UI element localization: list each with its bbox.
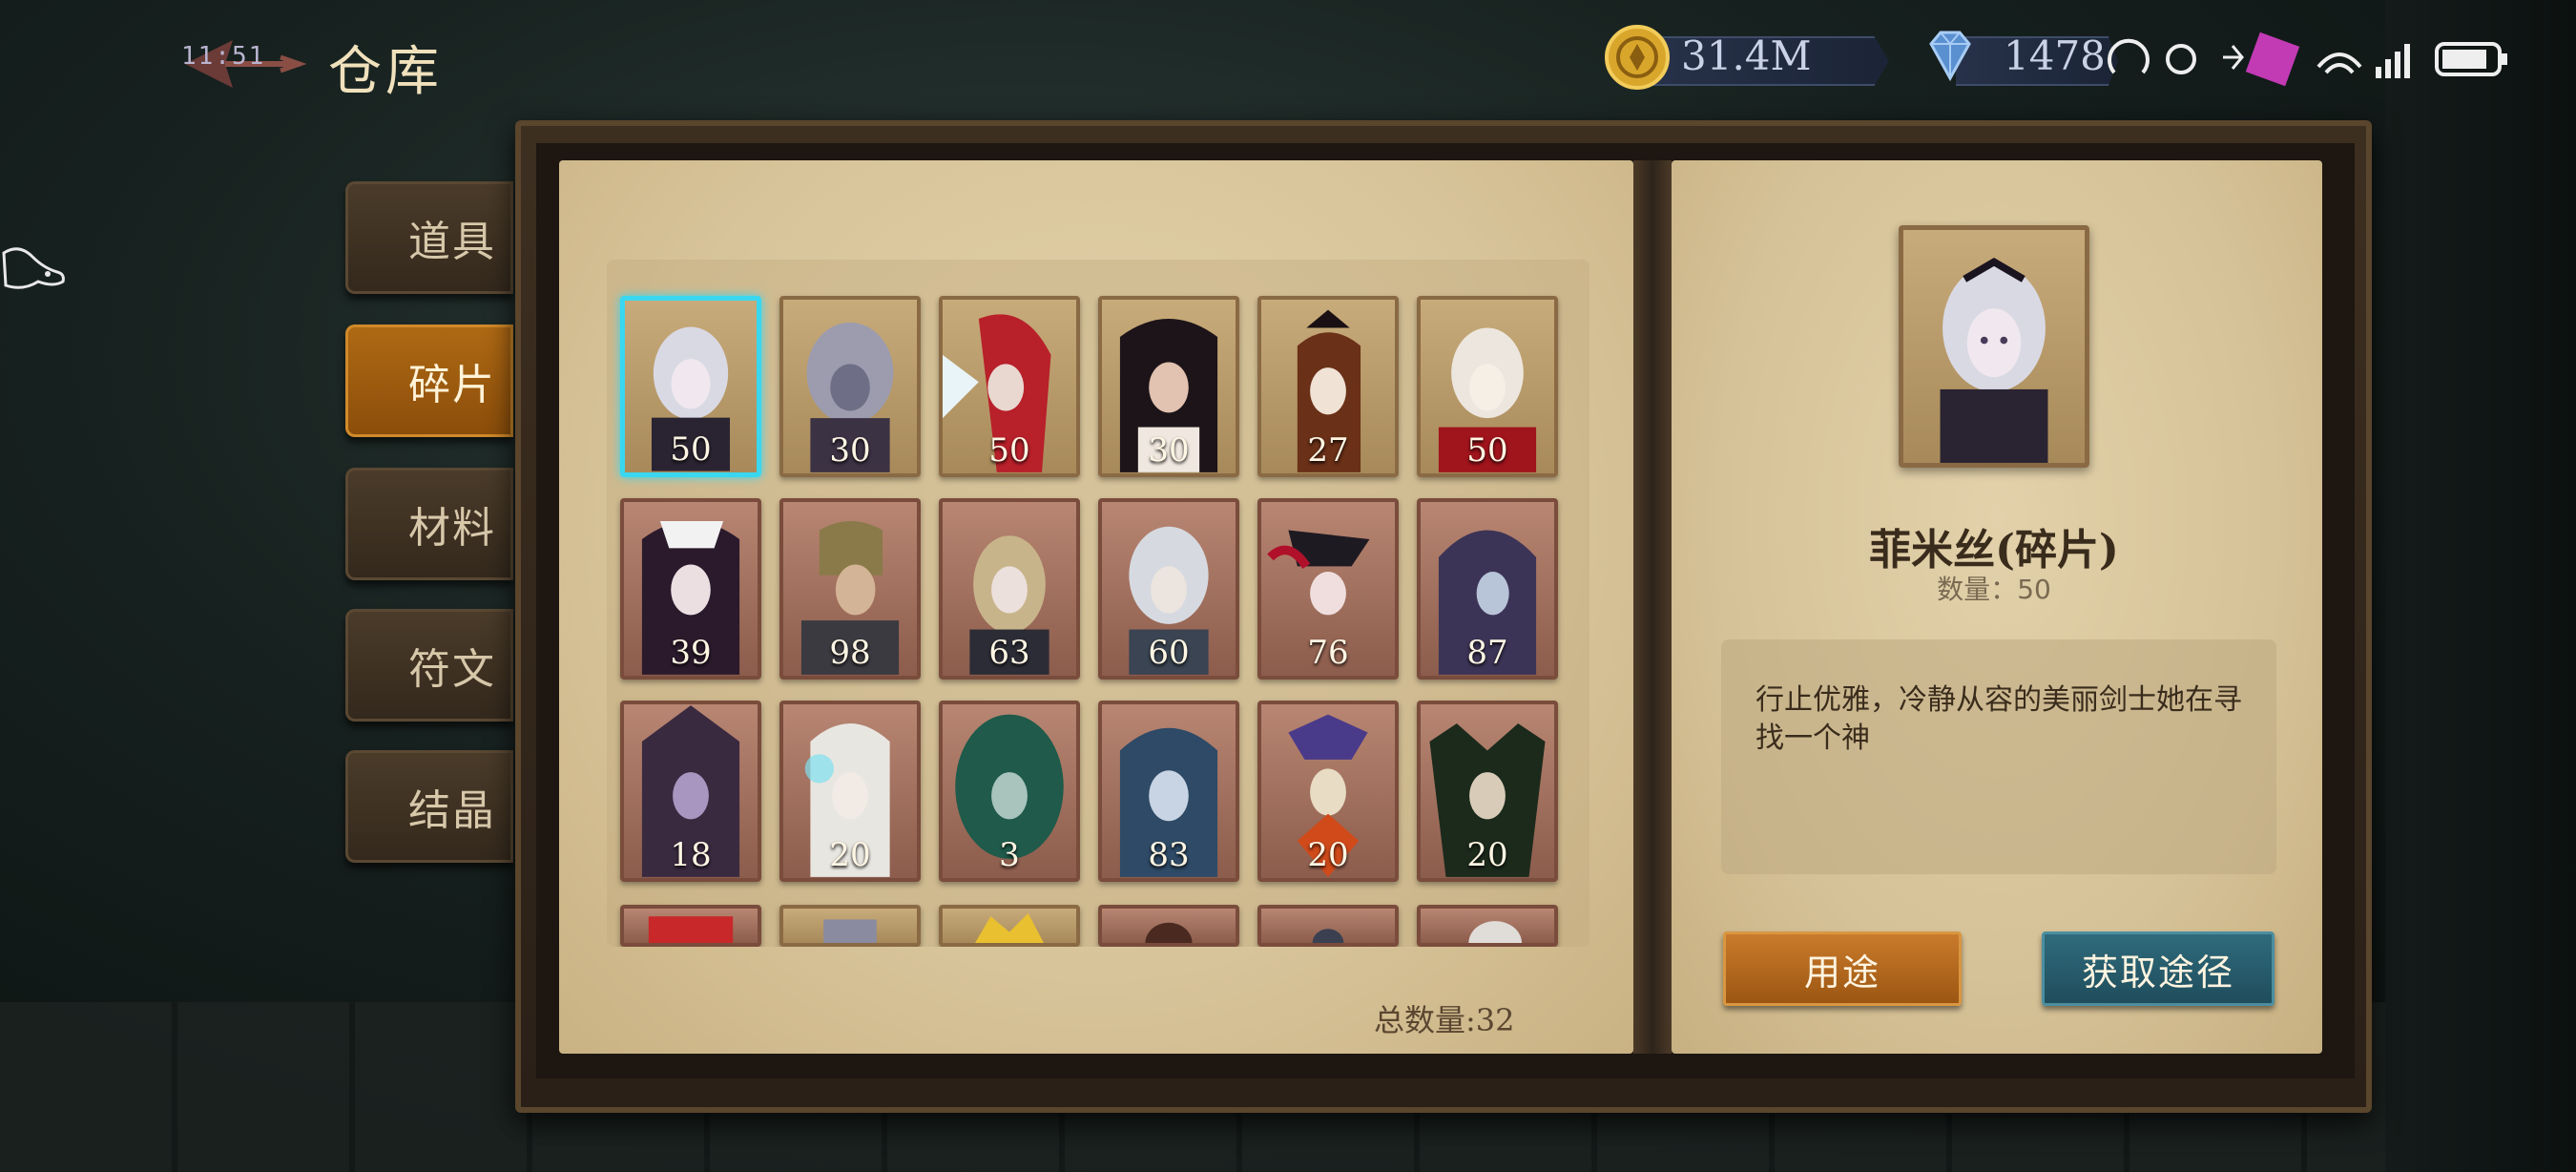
fragment-count: 27 [1307, 431, 1349, 470]
gold-coin-icon [1605, 25, 1670, 90]
fragment-card[interactable]: 20 [779, 701, 921, 882]
tab-items[interactable]: 道具 [345, 181, 513, 294]
fragment-count: 60 [1148, 634, 1190, 672]
fragment-card[interactable]: 50 [1417, 296, 1558, 477]
quantity-label: 数量： [1937, 574, 2018, 605]
status-time: 11:51 [181, 42, 266, 71]
fragment-card[interactable]: 39 [620, 498, 761, 680]
hero-portrait-icon [1145, 922, 1193, 943]
fragment-card[interactable]: 30 [779, 296, 921, 477]
fragment-card[interactable]: 83 [1098, 701, 1239, 882]
fragment-card[interactable] [620, 905, 761, 947]
fragment-count: 87 [1466, 634, 1508, 672]
fragment-name: 菲米丝(碎片) [1869, 526, 2119, 575]
hero-portrait-icon [975, 912, 1044, 943]
gem-amount: 1478 [2004, 32, 2106, 79]
fragment-card[interactable]: 18 [620, 701, 761, 882]
obtain-source-button[interactable]: 获取途径 [2042, 931, 2275, 1006]
fragment-card[interactable] [779, 905, 921, 947]
fragment-card[interactable]: 98 [779, 498, 921, 680]
fragment-count: 50 [988, 431, 1030, 470]
fragment-card[interactable]: 20 [1257, 701, 1399, 882]
tab-crystals[interactable]: 结晶 [345, 750, 513, 863]
background-wall [2385, 0, 2576, 1172]
fragment-count: 30 [829, 431, 871, 470]
fragment-grid[interactable]: 50 30 50 30 27 50 39 98 63 60 76 87 18 2… [607, 260, 1589, 947]
fragment-count: 20 [1466, 836, 1508, 874]
fragment-count: 39 [670, 634, 712, 672]
system-status-icons [2108, 31, 2507, 87]
hero-portrait-icon [648, 916, 734, 943]
fragment-card[interactable]: 63 [939, 498, 1080, 680]
fragment-count: 63 [988, 634, 1030, 672]
fragment-card[interactable]: 3 [939, 701, 1080, 882]
fragment-count: 76 [1307, 634, 1349, 672]
fragment-card[interactable] [1417, 905, 1558, 947]
tab-runes[interactable]: 符文 [345, 609, 513, 722]
fragment-card[interactable] [1257, 905, 1399, 947]
fragment-card[interactable]: 87 [1417, 498, 1558, 680]
fragment-card[interactable]: 50 [939, 296, 1080, 477]
fragment-count: 20 [829, 836, 871, 874]
fragment-count: 30 [1148, 431, 1190, 470]
fragment-count: 50 [1466, 431, 1508, 470]
fragment-card[interactable]: 20 [1417, 701, 1558, 882]
quantity-value: 50 [2017, 574, 2051, 605]
fragment-quantity: 数量：50 [1775, 569, 2213, 607]
fragment-card[interactable]: 30 [1098, 296, 1239, 477]
ghost-icon [2, 247, 65, 289]
diamond-icon [1929, 31, 1971, 82]
fragment-count: 83 [1148, 836, 1190, 874]
tab-fragments[interactable]: 碎片 [345, 324, 513, 437]
hero-portrait-icon [1940, 257, 2048, 463]
fragment-card[interactable]: 60 [1098, 498, 1239, 680]
gold-amount: 31.4M [1681, 32, 1812, 79]
total-count: 总数量:32 [1374, 1002, 1515, 1038]
fragment-count: 18 [670, 836, 712, 874]
hero-portrait-icon [823, 919, 877, 943]
fragment-count: 3 [999, 836, 1020, 874]
fragment-card[interactable]: 76 [1257, 498, 1399, 680]
fragment-card[interactable]: 27 [1257, 296, 1399, 477]
fragment-description: 行止优雅，冷静从容的美丽剑士她在寻找一个神 [1721, 639, 2276, 874]
fragment-card[interactable] [939, 905, 1080, 947]
fragment-card[interactable]: 50 [620, 296, 761, 477]
hero-portrait-icon [1468, 921, 1522, 943]
fragment-card[interactable] [1098, 905, 1239, 947]
use-button[interactable]: 用途 [1723, 931, 1962, 1006]
book-spine [1633, 160, 1672, 1054]
fragment-count: 50 [670, 430, 712, 469]
fragment-count: 20 [1307, 836, 1349, 874]
fragment-count: 98 [829, 634, 871, 672]
hero-portrait-icon [1312, 929, 1344, 943]
page-title: 仓库 [328, 41, 443, 103]
tab-materials[interactable]: 材料 [345, 468, 513, 580]
selected-fragment-card [1899, 225, 2089, 468]
